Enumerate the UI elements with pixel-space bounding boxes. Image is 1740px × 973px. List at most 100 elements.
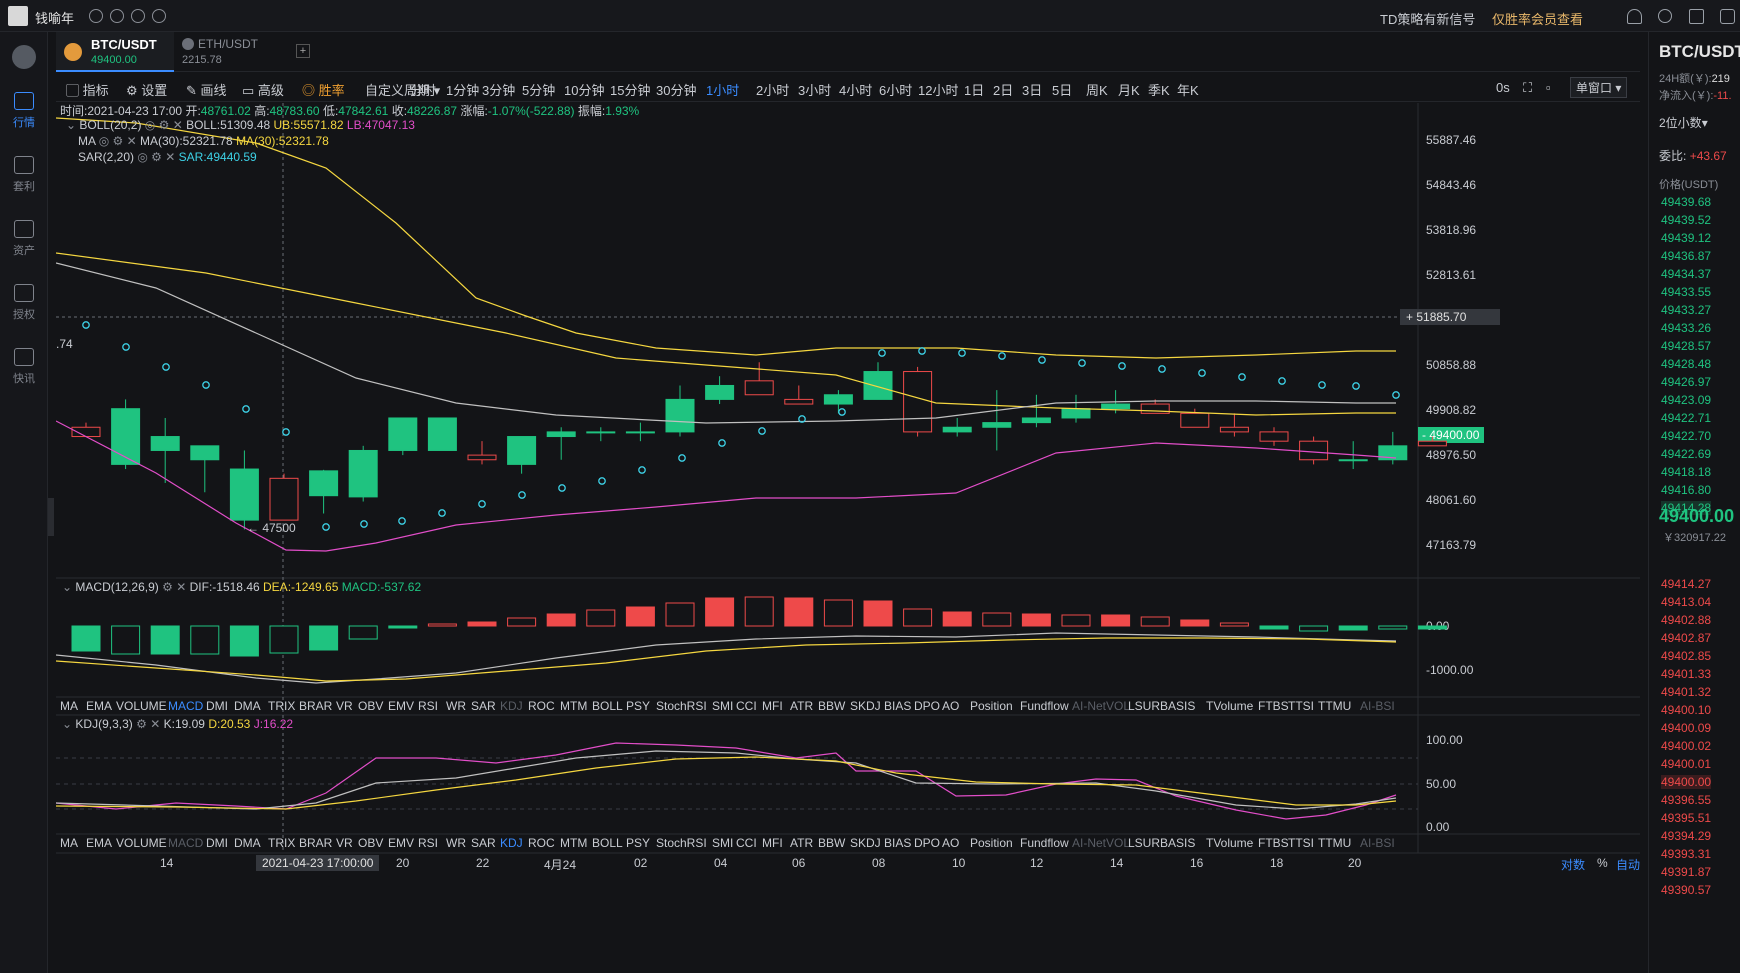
period-1[interactable]: 1分钟 [446,80,479,99]
period-18[interactable]: 月K [1118,80,1140,99]
bid-price[interactable]: 49402.87 [1661,631,1711,645]
ask-price[interactable]: 49428.57 [1661,339,1711,353]
indicator-tab-vr[interactable]: VR [336,836,353,850]
precision-select[interactable]: 2位小数▾ [1659,114,1708,131]
bid-price[interactable]: 49396.55 [1661,793,1711,807]
ask-price[interactable]: 49426.97 [1661,375,1711,389]
member-text[interactable]: 仅胜率会员查看 [1492,9,1583,28]
indicator-tab-lsur[interactable]: LSUR [1128,836,1160,850]
indicator-tab-mfi[interactable]: MFI [762,836,783,850]
indicator-tab-ema[interactable]: EMA [86,699,112,713]
indicator-tab-psy[interactable]: PSY [626,836,650,850]
indicator-tab-dpo[interactable]: DPO [914,699,940,713]
indicator-tab-macd[interactable]: MACD [168,836,203,850]
indicator-tab-bbw[interactable]: BBW [818,699,845,713]
indicator-tab-ttsi[interactable]: TTSI [1288,699,1314,713]
shirt-icon[interactable] [1689,9,1704,24]
indicator-tab-roc[interactable]: ROC [528,836,555,850]
period-20[interactable]: 年K [1177,80,1199,99]
bid-price[interactable]: 49394.29 [1661,829,1711,843]
indicator-tab-dmi[interactable]: DMI [206,836,228,850]
sar-legend[interactable]: SAR(2,20) ◎ ⚙ ✕ SAR:49440.59 [78,150,257,164]
ask-price[interactable]: 49433.55 [1661,285,1711,299]
indicator-tab-rsi[interactable]: RSI [418,836,438,850]
period-12[interactable]: 12小时 [918,80,958,99]
indicator-tab-smi[interactable]: SMI [712,836,733,850]
period-19[interactable]: 季K [1148,80,1170,99]
indicator-tab-sar[interactable]: SAR [471,699,496,713]
draw-button[interactable]: ✎ 画线 [186,80,227,99]
period-10[interactable]: 4小时 [839,80,872,99]
indicator-tab-trix[interactable]: TRIX [268,699,295,713]
indicator-tab-ai-bsi[interactable]: AI-BSI [1360,699,1395,713]
period-8[interactable]: 2小时 [756,80,789,99]
ma-legend[interactable]: MA ◎ ⚙ ✕ MA(30):52321.78 MA(30):52321.78 [78,134,329,148]
bid-price[interactable]: 49400.10 [1661,703,1711,717]
winrate-button[interactable]: ◎ 胜率 [302,80,345,99]
bid-price[interactable]: 49400.01 [1661,757,1711,771]
bid-price[interactable]: 49393.31 [1661,847,1711,861]
ask-price[interactable]: 49422.70 [1661,429,1711,443]
tab-btc[interactable]: BTC/USDT 49400.00 [56,32,174,72]
window-mode-select[interactable]: 单窗口 ▾ [1570,77,1628,98]
period-17[interactable]: 周K [1086,80,1108,99]
indicator-tab-ema[interactable]: EMA [86,836,112,850]
ask-price[interactable]: 49434.37 [1661,267,1711,281]
indicator-tab-basis[interactable]: BASIS [1160,836,1195,850]
bid-price[interactable]: 49401.33 [1661,667,1711,681]
indicator-tab-mtm[interactable]: MTM [560,699,587,713]
ask-price[interactable]: 49423.09 [1661,393,1711,407]
indicator-tab-psy[interactable]: PSY [626,699,650,713]
indicator-tab-volume[interactable]: VOLUME [116,836,167,850]
bid-price[interactable]: 49413.04 [1661,595,1711,609]
indicator-tab-atr[interactable]: ATR [790,699,813,713]
period-6[interactable]: 30分钟 [656,80,696,99]
boll-legend[interactable]: ⌄ BOLL(20,2) ◎ ⚙ ✕ BOLL:51309.48 UB:5557… [66,118,415,132]
indicator-tab-ma[interactable]: MA [60,836,78,850]
indicator-tab-ttmu[interactable]: TTMU [1318,836,1351,850]
indicator-tab-emv[interactable]: EMV [388,836,414,850]
period-15[interactable]: 3日 [1022,80,1042,99]
bid-price[interactable]: 49402.85 [1661,649,1711,663]
sidebar-item-auth[interactable]: 授权 [0,284,48,322]
indicator-button[interactable]: ▢ 指标 [66,80,109,99]
sidebar-item-news[interactable]: 快讯 [0,348,48,386]
indicator-tab-ttmu[interactable]: TTMU [1318,699,1351,713]
indicator-tab-bbw[interactable]: BBW [818,836,845,850]
check-icon[interactable] [131,9,145,23]
ask-price[interactable]: 49418.18 [1661,465,1711,479]
indicator-tab-boll[interactable]: BOLL [592,836,623,850]
indicator-tab-ftbs[interactable]: FTBS [1258,699,1289,713]
screenshot-icon[interactable]: ▫ [1546,80,1551,95]
add-tab-button[interactable]: + [296,44,310,58]
indicator-tab-tvolume[interactable]: TVolume [1206,699,1253,713]
indicator-tab-stochrsi[interactable]: StochRSI [656,836,707,850]
sidebar-item-assets[interactable]: 资产 [0,220,48,258]
indicator-tab-sar[interactable]: SAR [471,836,496,850]
signal-text[interactable]: TD策略有新信号 [1380,9,1475,28]
ask-price[interactable]: 49433.27 [1661,303,1711,317]
bell-icon[interactable] [1627,9,1642,24]
axis-auto-toggle[interactable]: 自动 [1616,856,1640,873]
bid-price[interactable]: 49400.02 [1661,739,1711,753]
period-13[interactable]: 1日 [964,80,984,99]
period-5[interactable]: 15分钟 [610,80,650,99]
period-0[interactable]: 分时 [410,80,436,99]
bid-price[interactable]: 49391.87 [1661,865,1711,879]
indicator-tab-basis[interactable]: BASIS [1160,699,1195,713]
sidebar-item-arbitrage[interactable]: 套利 [0,156,48,194]
ask-price[interactable]: 49436.87 [1661,249,1711,263]
indicator-tab-ma[interactable]: MA [60,699,78,713]
indicator-tab-ai-netvol[interactable]: AI-NetVOL [1072,836,1130,850]
indicator-tab-obv[interactable]: OBV [358,836,383,850]
bid-price[interactable]: 49400.09 [1661,721,1711,735]
bid-price[interactable]: 49401.32 [1661,685,1711,699]
indicator-tab-stochrsi[interactable]: StochRSI [656,699,707,713]
bid-price[interactable]: 49402.88 [1661,613,1711,627]
indicator-tab-brar[interactable]: BRAR [299,699,332,713]
refresh-rate[interactable]: 0s [1496,80,1510,95]
pause-icon[interactable] [89,9,103,23]
period-16[interactable]: 5日 [1052,80,1072,99]
indicator-tab-boll[interactable]: BOLL [592,699,623,713]
kline-chart[interactable]: 55887.46 54843.46 53818.96 52813.61 50858.88… [56,103,1640,973]
